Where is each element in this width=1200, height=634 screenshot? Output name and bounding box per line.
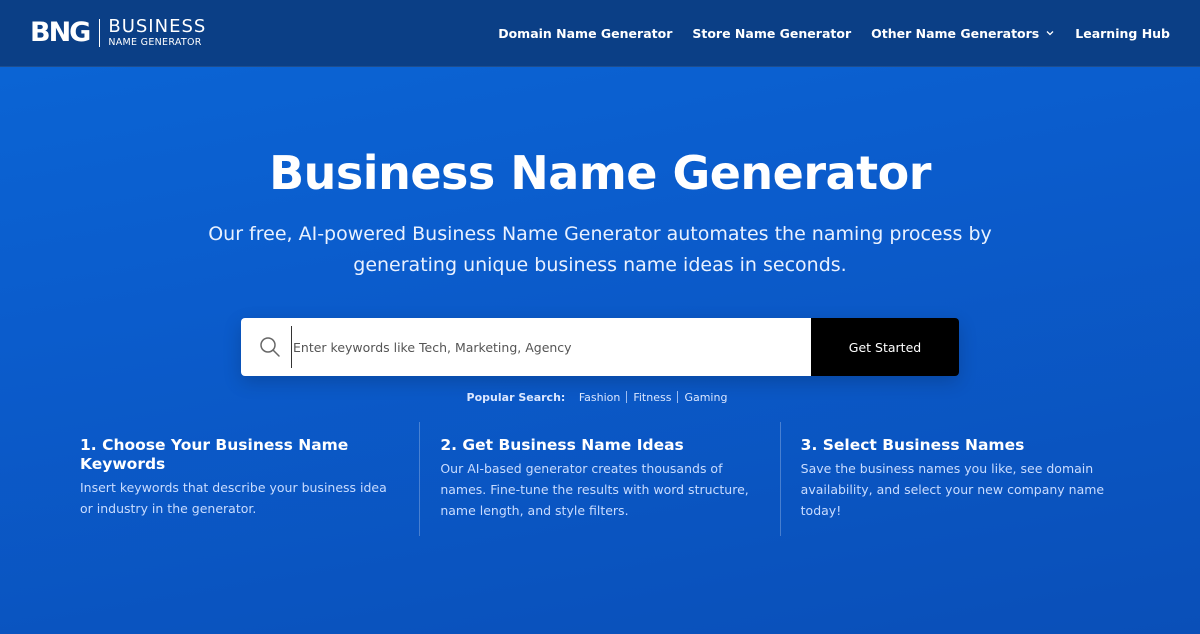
page-title: Business Name Generator [269,146,931,200]
site-header: BNG BUSINESS NAME GENERATOR Domain Name … [0,0,1200,67]
nav-domain-name-generator[interactable]: Domain Name Generator [498,26,672,41]
step-title: 2. Get Business Name Ideas [440,436,684,454]
page-subtitle: Our free, AI-powered Business Name Gener… [208,223,992,276]
logo-line1: BUSINESS [108,16,207,38]
step-1: 1. Choose Your Business Name Keywords In… [60,422,419,536]
nav-label: Store Name Generator [692,25,852,41]
nav-store-name-generator[interactable]: Store Name Generator [692,26,851,41]
step-title: 3. Select Business Names [800,436,1025,454]
popular-search-gaming[interactable]: Gaming [678,391,733,404]
search-form: Get Started [241,318,959,376]
popular-search-label: Popular Search: [466,391,566,404]
step-2: 2. Get Business Name Ideas Our AI-based … [419,422,779,536]
logo-line2: NAME GENERATOR [108,37,202,49]
step-description: Our AI-based generator creates thousands… [440,461,749,518]
step-3: 3. Select Business Names Save the busine… [779,422,1140,536]
search-field[interactable] [241,318,811,376]
nav-label: Learning Hub [1075,25,1170,41]
nav-label: Domain Name Generator [498,25,673,41]
popular-search-fitness[interactable]: Fitness [627,391,677,404]
logo-divider [99,19,101,47]
popular-searches: Popular Search: Fashion Fitness Gaming [0,391,1200,404]
nav-other-name-generators[interactable]: Other Name Generators [871,26,1055,41]
steps-section: 1. Choose Your Business Name Keywords In… [60,422,1140,536]
step-description: Save the business names you like, see do… [800,461,1105,518]
logo-mark: BNG [30,17,91,48]
step-description: Insert keywords that describe your busin… [80,480,387,516]
logo-text: BUSINESS NAME GENERATOR [108,18,206,48]
popular-search-fashion[interactable]: Fashion [573,391,627,404]
nav-learning-hub[interactable]: Learning Hub [1075,26,1170,41]
search-input[interactable] [291,326,811,368]
site-logo[interactable]: BNG BUSINESS NAME GENERATOR [30,17,206,49]
main-nav: Domain Name Generator Store Name Generat… [498,0,1170,66]
get-started-button[interactable]: Get Started [811,318,959,376]
search-icon [260,337,280,357]
nav-label: Other Name Generators [871,25,1040,41]
chevron-down-icon [1046,31,1054,36]
step-title: 1. Choose Your Business Name Keywords [80,436,349,473]
